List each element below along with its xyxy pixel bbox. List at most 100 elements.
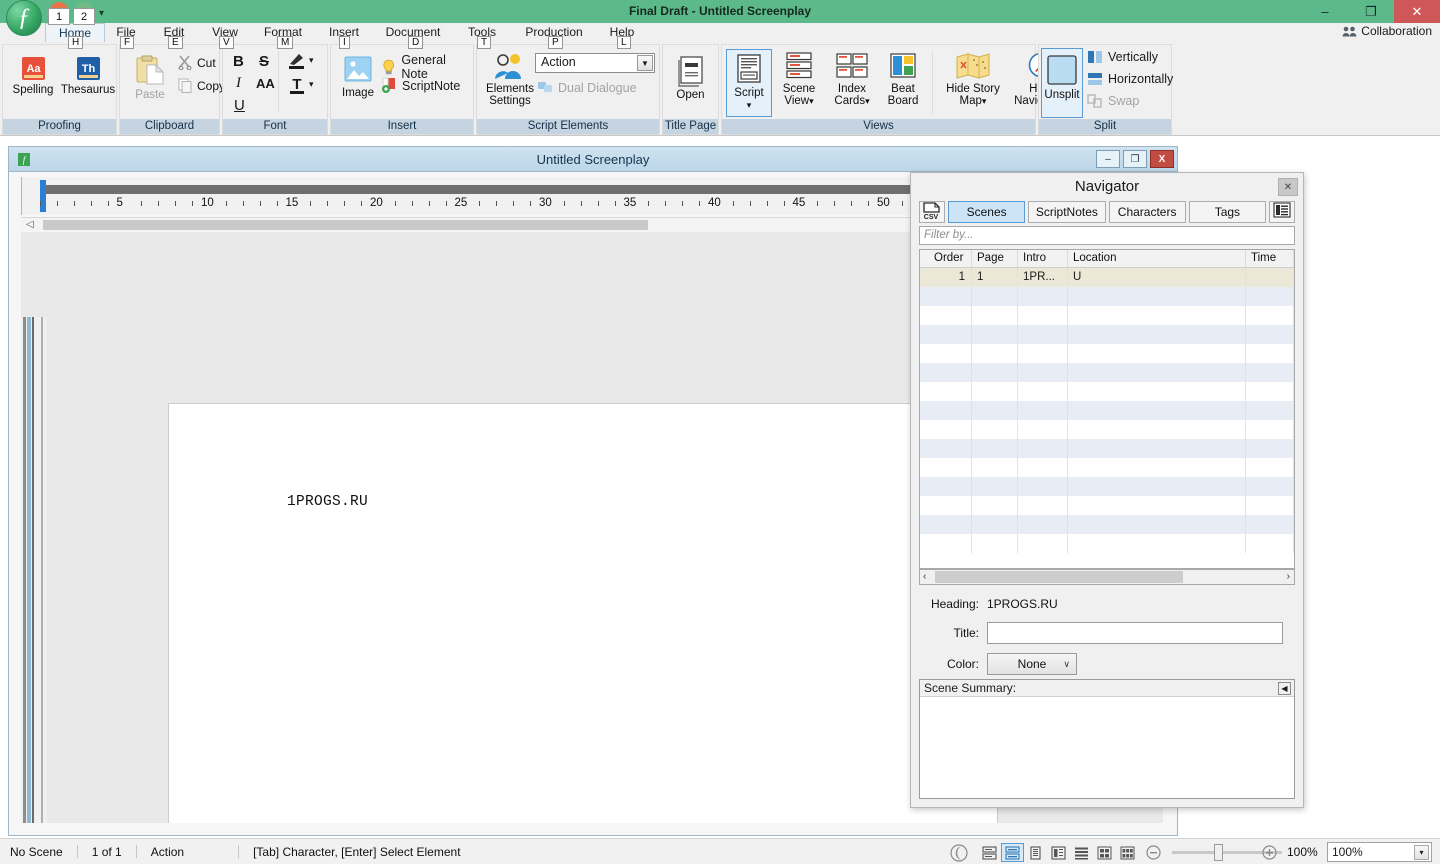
table-row-empty[interactable] bbox=[920, 344, 1294, 363]
table-row-empty[interactable] bbox=[920, 534, 1294, 553]
tab-tags[interactable]: Tags bbox=[1189, 201, 1266, 223]
element-type-caret-icon[interactable]: ▼ bbox=[637, 55, 653, 71]
page-layout-split-button[interactable] bbox=[978, 843, 1001, 862]
column-header-location[interactable]: Location bbox=[1068, 250, 1246, 267]
dual-dialogue-button[interactable]: Dual Dialogue bbox=[537, 81, 637, 95]
qat-redo-item[interactable]: 2 bbox=[73, 2, 95, 26]
minimize-button[interactable]: – bbox=[1302, 0, 1348, 23]
table-row-empty[interactable] bbox=[920, 496, 1294, 515]
scene-summary-box[interactable]: Scene Summary: ◀ bbox=[919, 679, 1295, 799]
table-row-empty[interactable] bbox=[920, 477, 1294, 496]
strikethrough-button[interactable]: S bbox=[259, 53, 269, 70]
night-mode-button[interactable] bbox=[950, 844, 968, 865]
index-cards-caret-icon[interactable]: ▾ bbox=[865, 96, 870, 106]
table-row-empty[interactable] bbox=[920, 515, 1294, 534]
chevron-down-icon[interactable]: ▾ bbox=[1414, 845, 1429, 860]
zoom-in-button[interactable] bbox=[1262, 845, 1277, 863]
highlight-button[interactable] bbox=[287, 51, 307, 74]
tab-scenes[interactable]: Scenes bbox=[948, 201, 1025, 223]
scroll-thumb[interactable] bbox=[43, 220, 648, 230]
scene-summary-collapse-icon[interactable]: ◀ bbox=[1278, 682, 1291, 695]
copy-button[interactable]: Copy bbox=[178, 78, 225, 93]
script-page[interactable]: 1PROGS.RU bbox=[168, 403, 998, 823]
script-view-caret-icon[interactable]: ▾ bbox=[727, 99, 771, 111]
element-type-select[interactable]: Action ▼ bbox=[535, 53, 655, 73]
column-header-order[interactable]: Order bbox=[920, 250, 972, 267]
page-layout-normal-button[interactable] bbox=[1001, 843, 1024, 862]
split-vertically-button[interactable]: Vertically bbox=[1087, 50, 1158, 64]
page-layout-grid3-button[interactable] bbox=[1116, 843, 1139, 862]
qat-undo-item[interactable]: 1 bbox=[48, 2, 70, 26]
text-style-button[interactable]: T bbox=[287, 75, 307, 98]
italic-button[interactable]: I bbox=[236, 75, 241, 92]
paste-button[interactable]: Paste bbox=[124, 55, 176, 101]
highlight-caret-icon[interactable]: ▾ bbox=[309, 55, 314, 66]
thesaurus-button[interactable]: Th Thesaurus bbox=[60, 55, 116, 96]
script-text-line[interactable]: 1PROGS.RU bbox=[287, 494, 368, 510]
table-row-empty[interactable] bbox=[920, 306, 1294, 325]
color-select[interactable]: None ∨ bbox=[987, 653, 1077, 675]
scriptnote-button[interactable]: ScriptNote bbox=[381, 77, 460, 94]
bold-button[interactable]: B bbox=[233, 53, 244, 70]
chevron-down-icon[interactable]: ▾ bbox=[99, 8, 104, 19]
document-restore-button[interactable]: ❐ bbox=[1123, 150, 1147, 168]
split-horizontally-button[interactable]: Horizontally bbox=[1087, 72, 1173, 86]
column-header-time[interactable]: Time bbox=[1246, 250, 1294, 267]
scroll-left-icon[interactable]: ‹ bbox=[923, 570, 926, 584]
unsplit-button[interactable]: Unsplit bbox=[1041, 48, 1083, 118]
index-cards-button[interactable]: Index Cards▾ bbox=[826, 51, 878, 107]
scroll-thumb[interactable] bbox=[935, 571, 1183, 583]
tab-characters[interactable]: Characters bbox=[1109, 201, 1186, 223]
navigator-close-button[interactable]: ✕ bbox=[1278, 178, 1298, 196]
underline-button[interactable]: U bbox=[234, 97, 245, 114]
zoom-combo[interactable]: 100% ▾ bbox=[1327, 842, 1432, 862]
navigator-scene-grid[interactable]: Order Page Intro Location Time 1 1 1PR..… bbox=[919, 249, 1295, 569]
page-layout-single-button[interactable] bbox=[1024, 843, 1047, 862]
maximize-button[interactable]: ❐ bbox=[1348, 0, 1394, 23]
zoom-slider-thumb[interactable] bbox=[1214, 844, 1223, 861]
final-draft-logo-icon[interactable]: ƒ bbox=[6, 0, 42, 36]
column-header-intro[interactable]: Intro bbox=[1018, 250, 1068, 267]
table-row-empty[interactable] bbox=[920, 382, 1294, 401]
scene-view-caret-icon[interactable]: ▾ bbox=[809, 96, 814, 106]
table-row-empty[interactable] bbox=[920, 439, 1294, 458]
document-minimize-button[interactable]: – bbox=[1096, 150, 1120, 168]
story-map-caret-icon[interactable]: ▾ bbox=[982, 96, 987, 106]
page-layout-side-button[interactable] bbox=[1047, 843, 1070, 862]
image-button[interactable]: Image bbox=[335, 55, 381, 99]
spelling-button[interactable]: Aa Spelling bbox=[7, 55, 59, 96]
scene-view-button[interactable]: Scene View▾ bbox=[775, 51, 823, 107]
hide-story-map-button[interactable]: Hide Story Map▾ bbox=[938, 51, 1008, 107]
title-input[interactable] bbox=[987, 622, 1283, 644]
scroll-left-icon[interactable]: ◁ bbox=[26, 219, 34, 230]
zoom-out-button[interactable] bbox=[1146, 845, 1161, 863]
open-title-page-button[interactable]: Open bbox=[665, 55, 716, 101]
beat-board-button[interactable]: Beat Board bbox=[880, 51, 926, 107]
script-view-button[interactable]: Script ▾ bbox=[726, 49, 772, 117]
table-row-empty[interactable] bbox=[920, 420, 1294, 439]
text-style-caret-icon[interactable]: ▾ bbox=[309, 79, 314, 90]
close-button[interactable]: ✕ bbox=[1394, 0, 1440, 23]
collaboration-button[interactable]: Collaboration bbox=[1342, 24, 1432, 38]
page-layout-grid2-button[interactable] bbox=[1093, 843, 1116, 862]
swap-button[interactable]: Swap bbox=[1087, 94, 1139, 108]
tab-scriptnotes[interactable]: ScriptNotes bbox=[1028, 201, 1105, 223]
navigator-options-button[interactable] bbox=[1269, 201, 1295, 223]
table-row-empty[interactable] bbox=[920, 458, 1294, 477]
table-row-empty[interactable] bbox=[920, 401, 1294, 420]
table-row-empty[interactable] bbox=[920, 363, 1294, 382]
status-bar: No Scene 1 of 1 Action [Tab] Character, … bbox=[0, 838, 1440, 864]
export-csv-button[interactable]: CSV bbox=[919, 201, 945, 223]
table-row-empty[interactable] bbox=[920, 287, 1294, 306]
document-close-button[interactable]: X bbox=[1150, 150, 1174, 168]
table-row-empty[interactable] bbox=[920, 325, 1294, 344]
allcaps-button[interactable]: AA bbox=[256, 76, 275, 91]
navigator-horizontal-scrollbar[interactable]: ‹ › bbox=[919, 569, 1295, 585]
table-row[interactable]: 1 1 1PR... U bbox=[920, 268, 1294, 287]
column-header-page[interactable]: Page bbox=[972, 250, 1018, 267]
cut-button[interactable]: Cut bbox=[178, 55, 216, 70]
scroll-right-icon[interactable]: › bbox=[1287, 570, 1290, 584]
page-layout-list-button[interactable] bbox=[1070, 843, 1093, 862]
elements-settings-button[interactable]: Elements Settings bbox=[479, 53, 541, 107]
navigator-filter-input[interactable]: Filter by... bbox=[919, 226, 1295, 245]
